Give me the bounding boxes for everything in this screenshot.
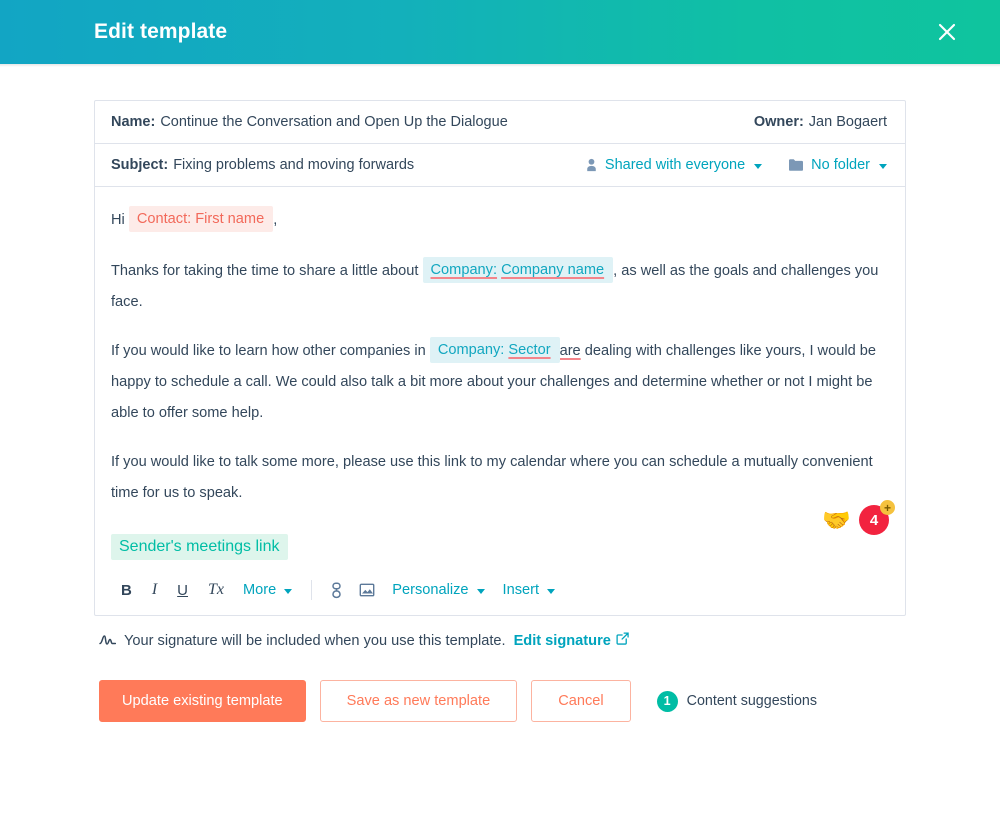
greeting-suffix: , <box>273 212 278 228</box>
reaction-cluster: 🤝 4 + <box>822 500 895 535</box>
modal-body: Name: Continue the Conversation and Open… <box>0 67 1000 722</box>
rich-text-toolbar: B I U Tx More Personalize Insert <box>95 571 905 615</box>
suggestions-count-badge: 1 <box>656 690 678 712</box>
add-reaction-icon[interactable]: + <box>880 500 895 515</box>
paragraph-calendar[interactable]: If you would like to talk some more, ple… <box>111 447 885 509</box>
template-name-row: Name: Continue the Conversation and Open… <box>95 101 905 144</box>
bold-button[interactable]: B <box>111 578 142 603</box>
owner-value: Jan Bogaert <box>808 114 887 130</box>
paragraph-thanks[interactable]: Thanks for taking the time to share a li… <box>111 256 885 318</box>
template-subject-row: Subject: Fixing problems and moving forw… <box>95 144 905 187</box>
name-label: Name: <box>111 114 156 130</box>
owner-label: Owner: <box>753 114 804 130</box>
personalize-label: Personalize <box>392 582 469 598</box>
p2-before-text: Thanks for taking the time to share a li… <box>111 263 419 279</box>
subject-row-controls: Shared with everyone No folder <box>585 157 887 173</box>
person-icon <box>585 158 598 173</box>
signature-text: Your signature will be included when you… <box>124 632 506 649</box>
italic-button[interactable]: I <box>142 577 167 603</box>
name-value[interactable]: Continue the Conversation and Open Up th… <box>160 114 507 130</box>
sharing-dropdown[interactable]: Shared with everyone <box>585 157 763 173</box>
personalization-token-meetings-link[interactable]: Sender's meetings link <box>111 534 289 560</box>
meetings-link-row: Sender's meetings link <box>111 534 885 561</box>
template-editor-card: Name: Continue the Conversation and Open… <box>94 100 906 616</box>
template-subject-field[interactable]: Subject: Fixing problems and moving forw… <box>111 157 414 173</box>
p2-token-prefix: Company: <box>430 262 498 278</box>
signature-icon <box>99 634 116 647</box>
handshake-emoji-icon[interactable]: 🤝 <box>822 508 851 532</box>
greeting-prefix: Hi <box>111 212 125 228</box>
chevron-down-icon <box>547 588 556 594</box>
chevron-down-icon <box>476 588 485 594</box>
p2-token-value: Company name <box>501 262 605 278</box>
reaction-count-value: 4 <box>869 511 879 529</box>
save-as-new-template-button[interactable]: Save as new template <box>319 680 518 722</box>
template-name-field[interactable]: Name: Continue the Conversation and Open… <box>111 114 508 130</box>
signature-note: Your signature will be included when you… <box>94 616 906 649</box>
personalization-token-company-sector[interactable]: Company: Sector <box>429 337 560 363</box>
folder-label: No folder <box>811 157 870 173</box>
chevron-down-icon <box>754 163 763 169</box>
cancel-button[interactable]: Cancel <box>531 680 631 722</box>
p3-token-prefix: Company: <box>437 342 505 358</box>
sharing-label: Shared with everyone <box>604 157 746 173</box>
update-existing-template-button[interactable]: Update existing template <box>99 680 306 722</box>
subject-value[interactable]: Fixing problems and moving forwards <box>173 157 414 173</box>
chevron-down-icon <box>284 588 293 594</box>
edit-signature-label: Edit signature <box>513 632 611 649</box>
insert-label: Insert <box>502 582 540 598</box>
toolbar-divider <box>311 580 313 600</box>
reaction-count-badge[interactable]: 4 + <box>859 500 895 535</box>
paragraph-learn[interactable]: If you would like to learn how other com… <box>111 336 885 429</box>
personalization-token-contact-first-name[interactable]: Contact: First name <box>128 206 274 232</box>
insert-dropdown[interactable]: Insert <box>494 578 565 602</box>
modal-footer: Update existing template Save as new tem… <box>94 649 906 722</box>
page-title: Edit template <box>94 20 228 43</box>
more-label: More <box>243 582 277 598</box>
close-icon[interactable] <box>930 15 964 49</box>
folder-dropdown[interactable]: No folder <box>788 157 887 173</box>
template-owner-field: Owner: Jan Bogaert <box>754 114 887 130</box>
edit-signature-link[interactable]: Edit signature <box>514 632 629 649</box>
p3-before-text: If you would like to learn how other com… <box>111 343 426 359</box>
content-suggestions[interactable]: 1 Content suggestions <box>656 690 818 712</box>
image-icon[interactable] <box>351 578 383 602</box>
modal-header: Edit template <box>0 0 1000 64</box>
more-formatting-dropdown[interactable]: More <box>234 578 301 602</box>
underline-button[interactable]: U <box>167 578 198 603</box>
subject-label: Subject: <box>111 157 169 173</box>
p3-token-value: Sector <box>508 342 551 358</box>
folder-icon <box>788 158 804 172</box>
personalize-dropdown[interactable]: Personalize <box>383 578 493 602</box>
email-body-editor[interactable]: Hi Contact: First name, Thanks for takin… <box>95 187 905 571</box>
clear-formatting-button[interactable]: Tx <box>198 577 234 603</box>
external-link-icon <box>616 632 629 649</box>
p3-spellcheck-word: are <box>559 343 581 359</box>
greeting-paragraph[interactable]: Hi Contact: First name, <box>111 205 885 236</box>
chevron-down-icon <box>879 163 887 169</box>
suggestions-label: Content suggestions <box>686 693 818 709</box>
link-icon[interactable] <box>322 578 351 603</box>
personalization-token-company-name[interactable]: Company: Company name <box>422 257 614 283</box>
